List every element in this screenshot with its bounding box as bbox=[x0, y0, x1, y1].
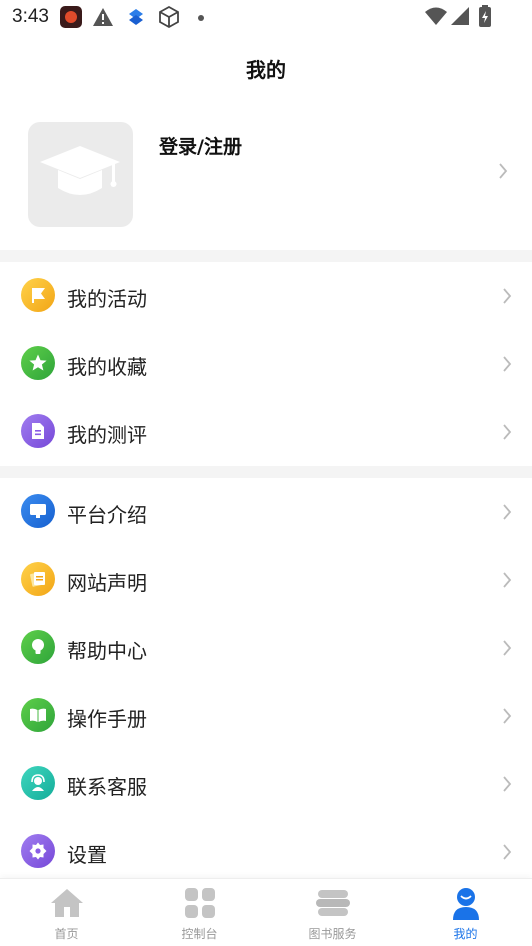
chevron-right-icon bbox=[503, 844, 512, 860]
menu-item-site-statement[interactable]: 网站声明 bbox=[0, 546, 532, 614]
menu-label: 我的收藏 bbox=[67, 355, 147, 379]
login-profile-card[interactable]: 登录/注册 bbox=[0, 100, 532, 250]
menu-item-user-manual[interactable]: 操作手册 bbox=[0, 682, 532, 750]
chevron-right-icon bbox=[503, 640, 512, 656]
menu-item-help-center[interactable]: 帮助中心 bbox=[0, 614, 532, 682]
app-icon bbox=[60, 6, 82, 28]
monitor-icon bbox=[21, 494, 55, 528]
chevron-right-icon bbox=[503, 776, 512, 792]
tab-label: 控制台 bbox=[181, 927, 218, 941]
battery-icon bbox=[479, 5, 491, 27]
menu-label: 联系客服 bbox=[67, 775, 147, 799]
signal-icon bbox=[451, 7, 469, 25]
menu-item-customer-service[interactable]: 联系客服 bbox=[0, 750, 532, 818]
chevron-right-icon bbox=[503, 708, 512, 724]
tab-mine[interactable]: 我的 bbox=[399, 879, 532, 946]
dropbox-icon bbox=[129, 9, 143, 25]
chevron-right-icon bbox=[503, 504, 512, 520]
chevron-right-icon bbox=[503, 424, 512, 440]
notes-icon bbox=[21, 562, 55, 596]
tab-book-services[interactable]: 图书服务 bbox=[266, 879, 399, 946]
menu-label: 我的活动 bbox=[67, 287, 147, 311]
bottom-tab-bar: 首页 控制台 图书服务 我的 bbox=[0, 878, 532, 946]
menu-label: 操作手册 bbox=[67, 707, 147, 731]
document-icon bbox=[21, 414, 55, 448]
home-icon bbox=[50, 889, 83, 917]
tab-console[interactable]: 控制台 bbox=[133, 879, 266, 946]
cube-icon bbox=[159, 5, 179, 29]
warning-icon bbox=[93, 8, 113, 26]
status-bar: 3:43 bbox=[0, 0, 532, 36]
menu-label: 网站声明 bbox=[67, 571, 147, 595]
flag-icon bbox=[21, 278, 55, 312]
wifi-icon bbox=[425, 7, 447, 25]
chevron-right-icon bbox=[503, 356, 512, 372]
chevron-right-icon bbox=[503, 572, 512, 588]
menu-item-my-activities[interactable]: 我的活动 bbox=[0, 262, 532, 330]
menu-item-platform-intro[interactable]: 平台介绍 bbox=[0, 478, 532, 546]
menu-label: 我的测评 bbox=[67, 423, 147, 447]
menu-item-my-favorites[interactable]: 我的收藏 bbox=[0, 330, 532, 398]
tab-label: 首页 bbox=[54, 927, 79, 941]
status-time: 3:43 bbox=[12, 6, 49, 27]
menu-label: 设置 bbox=[67, 843, 107, 867]
star-icon bbox=[21, 346, 55, 380]
tab-label: 图书服务 bbox=[308, 927, 357, 941]
menu-item-settings[interactable]: 设置 bbox=[0, 818, 532, 886]
section-divider bbox=[0, 466, 532, 478]
menu-item-my-assessments[interactable]: 我的测评 bbox=[0, 398, 532, 466]
chevron-right-icon bbox=[499, 163, 508, 179]
menu-label: 平台介绍 bbox=[67, 503, 147, 527]
login-register-link[interactable]: 登录/注册 bbox=[159, 132, 242, 159]
tab-label: 我的 bbox=[453, 927, 478, 941]
menu-label: 帮助中心 bbox=[67, 639, 147, 663]
tab-home[interactable]: 首页 bbox=[0, 879, 133, 946]
section-divider bbox=[0, 250, 532, 262]
gear-icon bbox=[21, 834, 55, 868]
books-icon bbox=[315, 890, 350, 916]
graduation-cap-icon bbox=[40, 146, 120, 195]
chevron-right-icon bbox=[503, 288, 512, 304]
lightbulb-icon bbox=[21, 630, 55, 664]
person-icon bbox=[452, 888, 479, 920]
avatar bbox=[28, 122, 133, 227]
grid-icon bbox=[184, 888, 215, 918]
page-title: 我的 bbox=[246, 58, 286, 82]
support-agent-icon bbox=[21, 766, 55, 800]
book-icon bbox=[21, 698, 55, 732]
dot-icon bbox=[198, 15, 204, 21]
